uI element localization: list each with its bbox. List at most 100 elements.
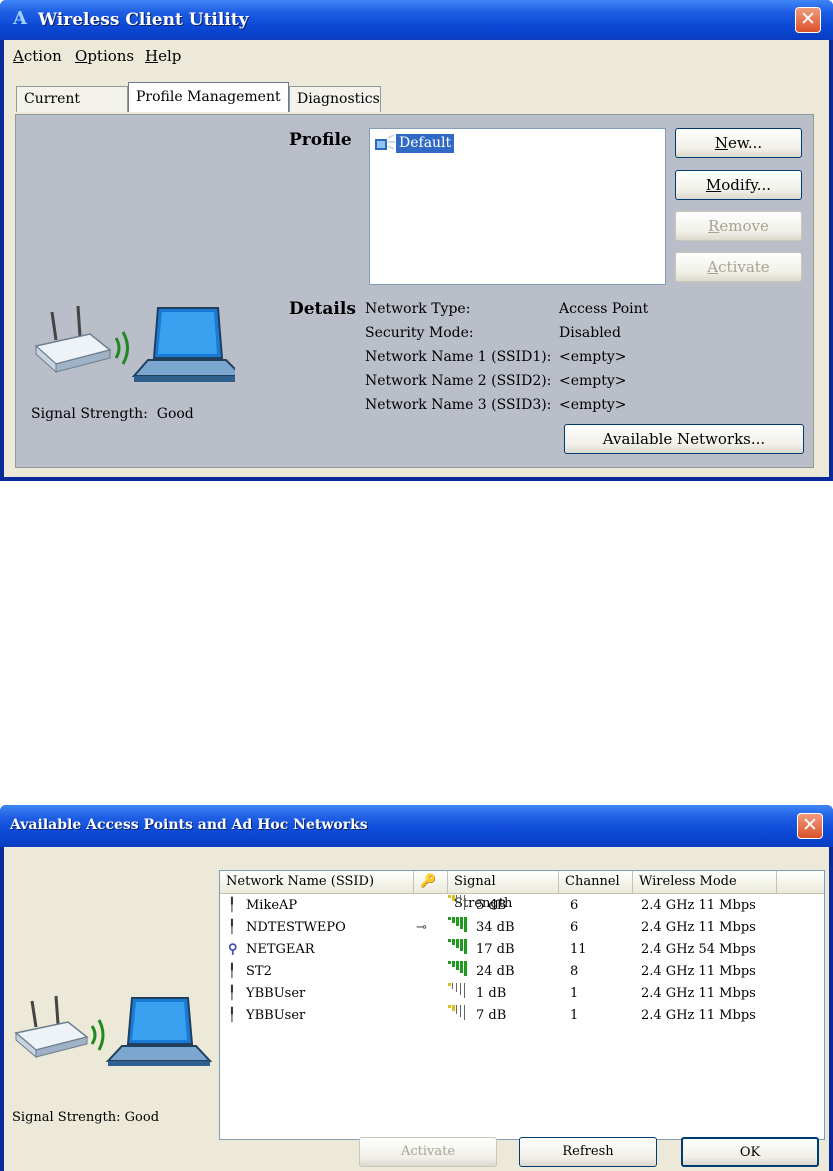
close-button[interactable]: ✕ (795, 7, 821, 33)
available-networks-button[interactable]: Available Networks... (564, 424, 804, 454)
signal-bar (464, 917, 467, 932)
window-client-area: Action Options Help Current Status Profi… (4, 40, 829, 477)
signal-bars-icon (448, 983, 470, 998)
access-point-icon: ╿ (228, 986, 236, 1001)
network-signal: 5 dB (476, 898, 507, 913)
title-bar[interactable]: Available Access Points and Ad Hoc Netwo… (0, 805, 833, 847)
lock-key-icon: ⊸ (416, 920, 427, 935)
network-mode: 2.4 GHz 11 Mbps (641, 898, 756, 913)
detail-value-network-type: Access Point (559, 301, 649, 317)
title-bar[interactable]: A Wireless Client Utility ✕ (0, 0, 833, 40)
menu-options[interactable]: Options (75, 47, 134, 65)
signal-strength-value: Good (124, 1110, 160, 1125)
menu-help[interactable]: Help (145, 47, 181, 65)
tab-profile-management[interactable]: Profile Management (128, 82, 289, 112)
column-header-mode[interactable]: Wireless Mode (633, 871, 777, 893)
network-ssid: NDTESTWEPO (246, 920, 346, 935)
profile-management-panel: Signal Strength: Good Profile Default Ne… (15, 114, 814, 468)
profile-heading: Profile (289, 130, 352, 150)
menu-bar: Action Options Help (4, 40, 829, 70)
network-channel: 8 (570, 964, 579, 979)
detail-label-ssid3: Network Name 3 (SSID3): (365, 397, 552, 413)
close-icon: ✕ (802, 814, 818, 836)
signal-bar (456, 917, 459, 926)
signal-bar (452, 917, 455, 923)
laptop-icon (105, 997, 212, 1066)
modify-profile-button[interactable]: Modify... (675, 170, 802, 200)
table-row[interactable]: ⚲ NETGEAR 17 dB 11 2.4 GHz 54 Mbps (220, 939, 824, 961)
table-row[interactable]: ╿ YBBUser 7 dB 1 2.4 GHz 11 Mbps (220, 1005, 824, 1027)
network-signal: 34 dB (476, 920, 515, 935)
column-header-ssid[interactable]: Network Name (SSID) (220, 871, 414, 893)
activate-profile-button[interactable]: Activate (675, 252, 802, 282)
activate-network-button[interactable]: Activate (359, 1137, 497, 1167)
signal-bar (464, 939, 467, 954)
router-laptop-illustration (34, 305, 235, 382)
networks-list[interactable]: Network Name (SSID) 🔑 Signal Strength Ch… (219, 870, 825, 1140)
signal-bar (452, 983, 455, 989)
signal-bar (456, 939, 459, 948)
signal-bars-icon (448, 939, 470, 954)
signal-bar (452, 1005, 455, 1011)
signal-bar (452, 939, 455, 945)
signal-bars-icon (448, 961, 470, 976)
tab-current-status[interactable]: Current Status (16, 86, 128, 132)
network-channel: 11 (570, 942, 587, 957)
profile-list[interactable]: Default (369, 128, 666, 285)
detail-label-ssid1: Network Name 1 (SSID1): (365, 349, 552, 365)
profile-icon (375, 134, 395, 150)
table-row[interactable]: ╿ MikeAP 5 dB 6 2.4 GHz 11 Mbps (220, 895, 824, 917)
remove-profile-button[interactable]: Remove (675, 211, 802, 241)
column-header-signal[interactable]: Signal Strength (448, 871, 559, 911)
signal-bar (456, 961, 459, 970)
close-button[interactable]: ✕ (797, 813, 823, 839)
network-mode: 2.4 GHz 54 Mbps (641, 942, 756, 957)
detail-label-network-type: Network Type: (365, 301, 471, 317)
signal-bar (452, 895, 455, 901)
router-laptop-illustration (14, 995, 212, 1066)
laptop-icon (131, 307, 235, 382)
wireless-waves-icon (114, 331, 129, 365)
tab-diagnostics[interactable]: Diagnostics (289, 86, 381, 112)
signal-bar (460, 1005, 463, 1017)
signal-bar (460, 983, 463, 995)
refresh-button[interactable]: Refresh (519, 1137, 657, 1167)
network-channel: 6 (570, 898, 579, 913)
signal-bar (456, 1005, 459, 1014)
wireless-client-utility-window: A Wireless Client Utility ✕ Action Optio… (0, 0, 833, 481)
signal-bar (448, 895, 451, 898)
ok-button[interactable]: OK (681, 1137, 819, 1167)
menu-action[interactable]: Action (13, 47, 62, 65)
wireless-waves-icon (90, 1019, 105, 1051)
network-ssid: YBBUser (246, 986, 306, 1001)
window-client-area: Signal Strength: Good Network Name (SSID… (4, 847, 829, 1171)
column-header-security[interactable]: 🔑 (414, 871, 448, 893)
signal-bar (460, 895, 463, 907)
network-signal: 1 dB (476, 986, 507, 1001)
table-row[interactable]: ╿ YBBUser 1 dB 1 2.4 GHz 11 Mbps (220, 983, 824, 1005)
signal-bars-icon (448, 917, 470, 932)
signal-bars-icon (448, 895, 470, 910)
signal-bar (448, 939, 451, 942)
available-networks-window: Available Access Points and Ad Hoc Netwo… (0, 805, 833, 1171)
signal-bar (464, 1005, 467, 1020)
network-channel: 1 (570, 1008, 579, 1023)
signal-bar (460, 917, 463, 929)
signal-bar (456, 895, 459, 904)
new-profile-button[interactable]: New... (675, 128, 802, 158)
window-title: Wireless Client Utility (38, 10, 249, 30)
signal-bar (464, 895, 467, 910)
signal-bar (448, 983, 451, 986)
access-point-icon: ╿ (228, 1008, 236, 1023)
router-icon (14, 995, 89, 1059)
network-signal: 24 dB (476, 964, 515, 979)
network-ssid: ST2 (246, 964, 272, 979)
signal-bar (448, 917, 451, 920)
list-item[interactable]: Default (374, 133, 455, 153)
signal-strength-value: Good (156, 406, 194, 422)
table-row[interactable]: ╿ ST2 24 dB 8 2.4 GHz 11 Mbps (220, 961, 824, 983)
table-row[interactable]: ╿ NDTESTWEPO ⊸ 34 dB 6 2.4 GHz 11 Mbps (220, 917, 824, 939)
signal-bar (460, 939, 463, 951)
access-point-icon: ╿ (228, 920, 236, 935)
column-header-channel[interactable]: Channel (559, 871, 633, 893)
